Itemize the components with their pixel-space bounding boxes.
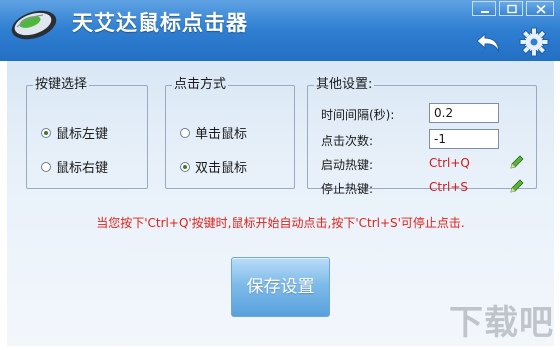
click-count-label: 点击次数: [321,134,374,148]
interval-input[interactable]: 0.2 [429,103,499,123]
radio-unchecked-icon [180,127,190,138]
start-hotkey-value: Ctrl+Q [429,156,470,170]
app-title: 天艾达鼠标点击器 [72,11,248,35]
back-arrow-icon[interactable] [473,28,505,56]
close-button[interactable] [526,1,554,16]
minimize-button[interactable] [472,1,496,16]
right-button-radio[interactable]: 鼠标右键 [41,157,108,176]
radio-unchecked-icon [41,161,51,172]
stop-hotkey-value: Ctrl+S [429,180,469,194]
radio-checked-icon [180,161,190,172]
radio-label: 单击鼠标 [195,127,248,142]
other-settings-group: 其他设置: 时间间隔(秒): 0.2 点击次数: -1 启动热键: Ctrl+Q… [307,77,537,196]
left-button-radio[interactable]: 鼠标左键 [41,123,108,142]
key-select-group: 按键选择 鼠标左键 鼠标右键 [26,78,148,189]
minimize-icon [481,11,489,13]
other-settings-legend: 其他设置: [316,77,373,92]
key-select-legend: 按键选择 [35,77,88,92]
double-click-radio[interactable]: 双击鼠标 [180,157,247,176]
mouse-logo-icon [11,10,57,40]
close-icon [536,4,546,14]
click-mode-group: 点击方式 单击鼠标 双击鼠标 [165,78,295,189]
click-mode-legend: 点击方式 [174,77,227,92]
single-click-radio[interactable]: 单击鼠标 [180,123,247,142]
gear-icon[interactable] [518,26,550,58]
pencil-icon[interactable] [509,178,525,194]
click-count-input[interactable]: -1 [429,129,499,149]
maximize-button[interactable] [499,1,523,16]
maximize-icon [507,4,517,14]
start-hotkey-label: 启动热键: [321,158,374,172]
radio-checked-icon [41,127,51,138]
save-settings-button[interactable]: 保存设置 [231,257,330,317]
radio-label: 双击鼠标 [195,161,248,176]
watermark-logo: 下载吧 [449,303,554,343]
radio-label: 鼠标右键 [56,161,109,176]
app-window: 天艾达鼠标点击器 按键选择 鼠标左键 鼠标右键 点击方式 单击鼠标 双击鼠标 其… [0,0,560,350]
pencil-icon[interactable] [509,154,525,170]
title-bar[interactable]: 天艾达鼠标点击器 [0,0,560,61]
interval-label: 时间间隔(秒): [321,108,395,122]
hotkey-hint-text: 当您按下'Ctrl+Q'按键时,鼠标开始自动点击,按下'Ctrl+S'可停止点击… [96,216,465,230]
stop-hotkey-label: 停止热键: [321,182,374,196]
radio-label: 鼠标左键 [56,127,109,142]
